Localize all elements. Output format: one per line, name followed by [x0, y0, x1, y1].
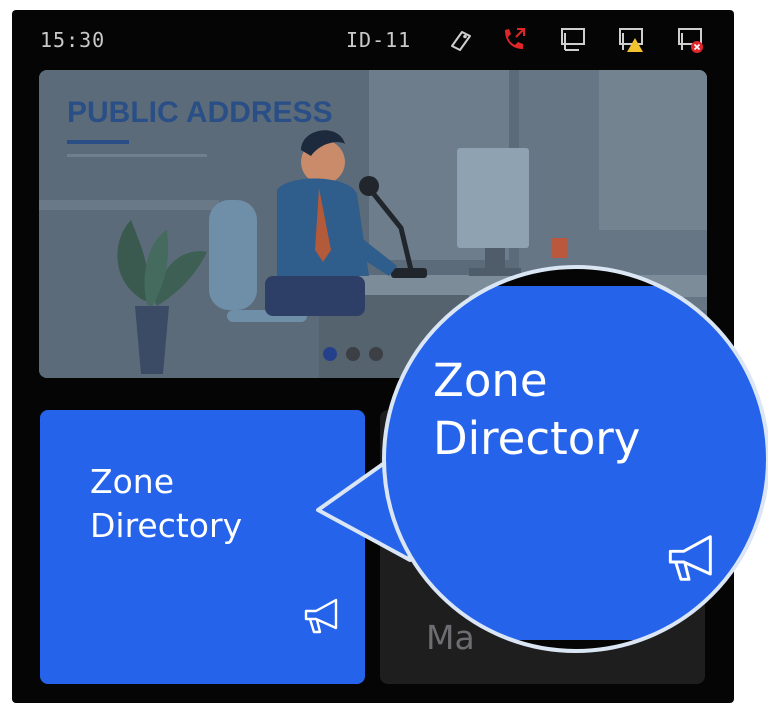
network-error-icon[interactable] [674, 24, 706, 54]
carousel-dot-2[interactable] [346, 347, 360, 361]
carousel-dot-1[interactable] [323, 347, 337, 361]
zoom-label-line1: Zone [433, 354, 548, 407]
zone-directory-label: Zone Directory [90, 460, 242, 548]
tag-icon[interactable] [444, 24, 476, 54]
status-time: 15:30 [40, 28, 106, 52]
zoom-magnifier: Zone Directory [383, 266, 768, 652]
zone-directory-tile[interactable]: Zone Directory [40, 410, 365, 684]
banner-title-underline [67, 140, 129, 144]
banner-title: PUBLIC ADDRESS [67, 96, 333, 129]
zone-directory-label-line1: Zone [90, 462, 175, 501]
zoom-megaphone-icon [668, 535, 712, 581]
megaphone-icon [304, 598, 338, 634]
carousel-dot-3[interactable] [369, 347, 383, 361]
zoom-label-line2: Directory [433, 412, 641, 465]
status-bar: 15:30 ID-11 [12, 10, 734, 68]
network-warning-icon[interactable] [615, 24, 647, 54]
device-id: ID-11 [346, 28, 412, 52]
carousel-dots [323, 347, 383, 361]
phone-call-red-icon[interactable] [498, 24, 530, 54]
zone-directory-label-line2: Directory [90, 506, 243, 545]
network-monitor-icon[interactable] [557, 24, 589, 54]
zoom-label: Zone Directory [433, 352, 640, 468]
